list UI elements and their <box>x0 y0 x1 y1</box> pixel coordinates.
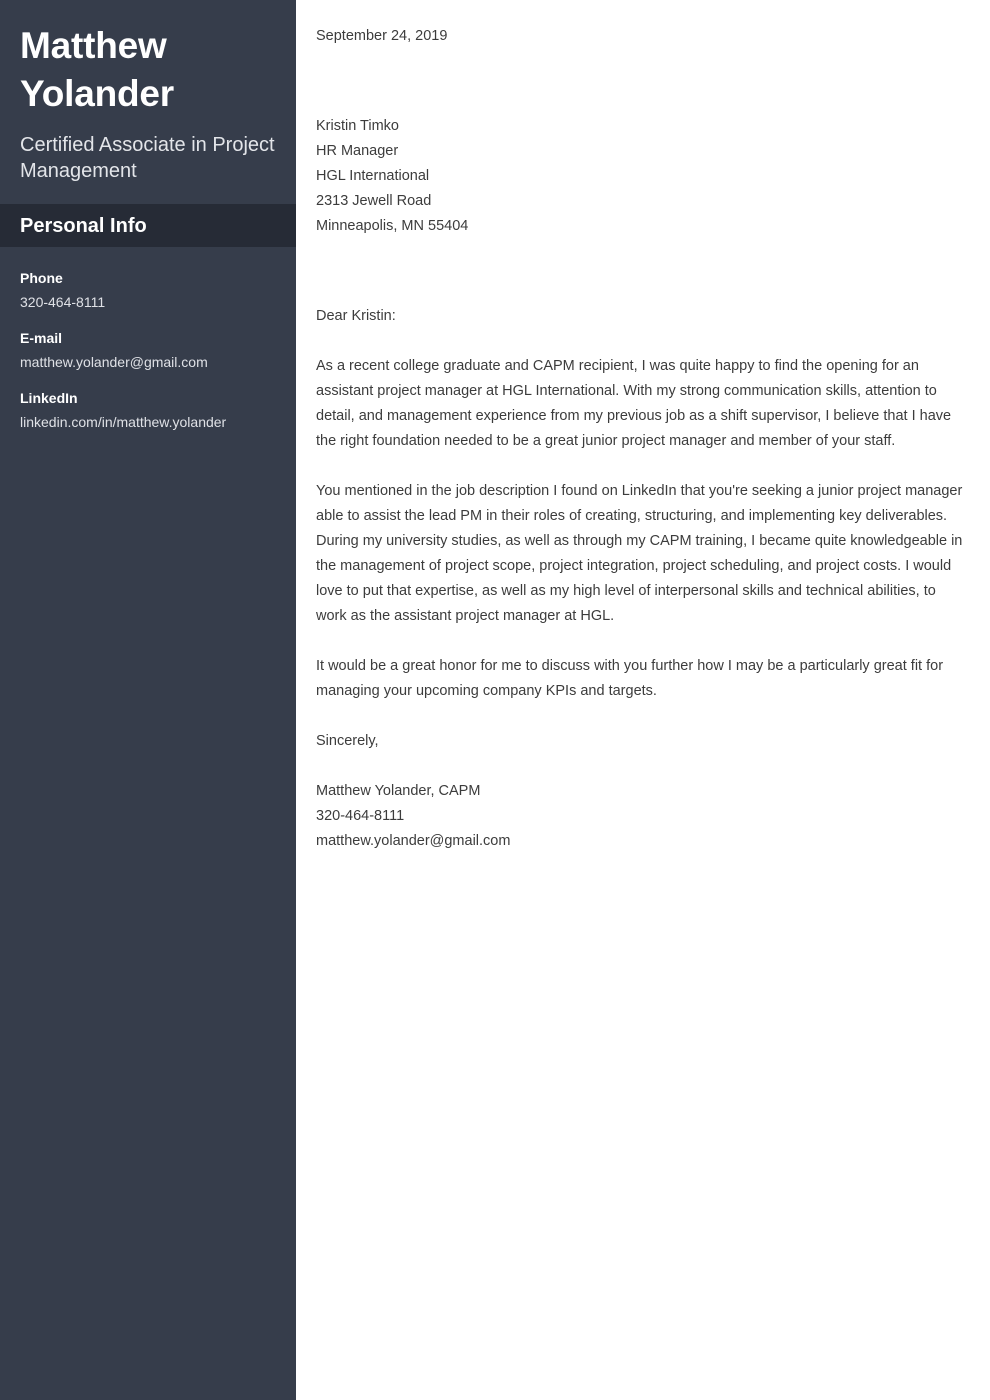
contact-item-phone: Phone 320-464-8111 <box>20 269 276 311</box>
contact-label-email: E-mail <box>20 330 63 346</box>
personal-info-section-header: Personal Info <box>0 204 296 247</box>
contact-item-linkedin: LinkedIn linkedin.com/in/matthew.yolande… <box>20 389 276 431</box>
contact-list: Phone 320-464-8111 E-mail matthew.yoland… <box>0 247 296 431</box>
sidebar: Matthew Yolander Certified Associate in … <box>0 0 296 1400</box>
body-paragraph-1: As a recent college graduate and CAPM re… <box>316 358 952 449</box>
contact-label-phone: Phone <box>20 270 63 286</box>
body-paragraph-3: It would be a great honor for me to disc… <box>316 658 944 699</box>
sidebar-header: Matthew Yolander Certified Associate in … <box>0 0 296 204</box>
personal-info-heading: Personal Info <box>20 214 147 237</box>
signature-name: Matthew Yolander, CAPM <box>316 783 481 799</box>
signature-block: Matthew Yolander, CAPM 320-464-8111 matt… <box>316 779 968 854</box>
signature-email[interactable]: matthew.yolander@gmail.com <box>316 829 968 854</box>
contact-value-email[interactable]: matthew.yolander@gmail.com <box>20 353 276 371</box>
recipient-name: Kristin Timko <box>316 118 399 134</box>
contact-item-email: E-mail matthew.yolander@gmail.com <box>20 329 276 371</box>
salutation: Dear Kristin: <box>316 308 396 324</box>
candidate-title: Certified Associate in Project Managemen… <box>20 134 275 182</box>
letter-body: September 24, 2019 Kristin Timko HR Mana… <box>316 0 968 854</box>
recipient-job-title: HR Manager <box>316 143 399 159</box>
closing-salutation: Sincerely, <box>316 733 379 749</box>
contact-label-linkedin: LinkedIn <box>20 390 78 406</box>
letter-date: September 24, 2019 <box>316 28 448 44</box>
recipient-city-state-zip: Minneapolis, MN 55404 <box>316 218 469 234</box>
candidate-name: Matthew Yolander <box>20 25 174 114</box>
recipient-address-block: Kristin Timko HR Manager HGL Internation… <box>316 114 968 239</box>
contact-value-linkedin[interactable]: linkedin.com/in/matthew.yolander <box>20 413 276 431</box>
recipient-company: HGL International <box>316 168 430 184</box>
body-paragraph-2: You mentioned in the job description I f… <box>316 483 963 624</box>
contact-value-phone[interactable]: 320-464-8111 <box>20 293 276 311</box>
cover-letter-page: Matthew Yolander Certified Associate in … <box>0 0 990 1400</box>
signature-phone[interactable]: 320-464-8111 <box>316 804 968 829</box>
recipient-street: 2313 Jewell Road <box>316 193 432 209</box>
